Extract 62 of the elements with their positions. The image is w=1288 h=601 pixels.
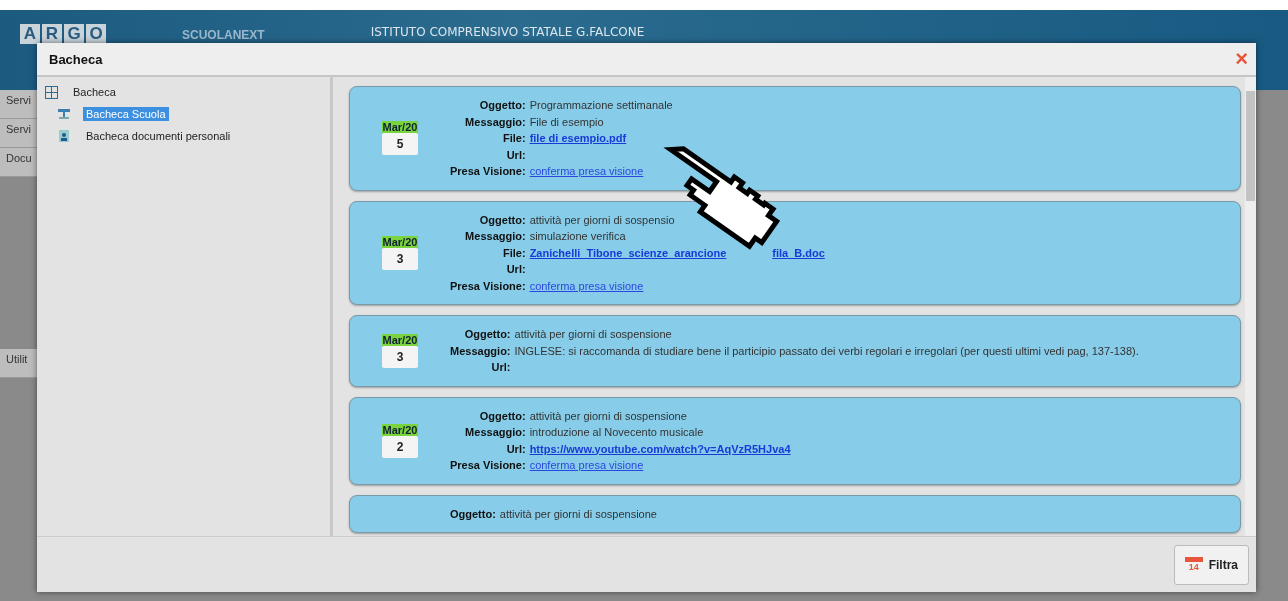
field-label: Presa Visione: [450,458,526,473]
field-label: Messaggio: [464,425,526,440]
field-value: attività per giorni di sospensione [529,408,688,424]
field-label: Url: [490,360,511,375]
field-label: Oggetto: [478,98,526,113]
calendar-month: Mar/20 [381,423,419,436]
filter-button[interactable]: 14 Filtra [1173,544,1249,585]
field-label: Oggetto: [478,408,526,424]
file-link[interactable]: fila_B.doc [772,244,825,261]
field-value: attività per giorni di sospensio [529,212,676,228]
field-label: Presa Visione: [450,164,526,179]
school-name: ISTITUTO COMPRENSIVO STATALE G.FALCONE [370,25,645,39]
field-label: Messaggio: [450,343,511,359]
logo-letter: O [86,24,106,44]
field-label: Oggetto: [450,506,496,522]
field-label: File: [502,131,526,146]
file-link[interactable]: Zanichelli_Tibone_scienze_arancione [529,244,727,261]
field-label: Oggetto: [478,212,526,228]
file-link[interactable]: https://www.youtube.com/watch?v=AqVzR5HJva4 [529,442,791,455]
close-button[interactable]: × [1235,48,1248,70]
document-person-icon [57,130,71,142]
field-label: Url: [505,147,526,163]
field-value: Programmazione settimanale [529,98,673,113]
menu-item[interactable]: Utilit [0,349,37,378]
confirm-link[interactable]: conferma presa visione [529,165,644,177]
logo-letter: G [64,24,84,44]
field-value: INGLESE: si raccomanda di studiare bene il participio passato dei verbi regolari e irregolari (per questi ultimi vedi pag, 137-138). [514,343,1139,359]
calendar-day: 2 [382,435,418,458]
menu-item[interactable]: Docu [0,148,37,177]
calendar-day: 3 [382,247,418,270]
field-label: Oggetto: [463,327,511,342]
field-label: Presa Visione: [450,278,526,294]
calendar-day: 3 [382,345,418,368]
field-value: File di esempio [529,114,605,130]
field-label: Url: [505,262,526,277]
field-label: Messaggio: [464,114,526,130]
confirm-link[interactable]: conferma presa visione [529,459,644,471]
field-label: File: [502,245,526,261]
scrollbar[interactable] [1245,77,1256,536]
tree-item[interactable]: Bacheca [70,85,119,99]
field-value: attività per giorni di sospensione [499,506,657,522]
calendar-month: Mar/20 [381,121,419,134]
calendar-month: Mar/20 [381,333,419,346]
logo-letter: R [42,24,62,44]
product-name: SCUOLANEXT [182,28,265,42]
field-value: introduzione al Novecento musicale [529,425,705,440]
confirm-link[interactable]: conferma presa visione [529,279,644,292]
menu-item[interactable]: Servi [0,90,37,119]
file-link[interactable]: file di esempio.pdf [529,132,627,144]
dialog-title: Bacheca [49,51,103,67]
calendar-month: Mar/20 [381,235,419,248]
field-value: attività per giorni di sospensione [514,327,673,342]
logo-letter: A [20,24,40,44]
tree-item[interactable]: Bacheca Scuola [83,107,169,121]
field-label: Url: [505,441,526,457]
calendar-day: 5 [382,133,418,156]
board-icon [57,108,71,120]
field-label: Messaggio: [464,229,526,244]
menu-item[interactable]: Servi [0,119,37,148]
field-value: simulazione verifica [529,229,627,244]
grid-icon[interactable] [45,85,58,99]
tree-item[interactable]: Bacheca documenti personali [83,129,234,143]
